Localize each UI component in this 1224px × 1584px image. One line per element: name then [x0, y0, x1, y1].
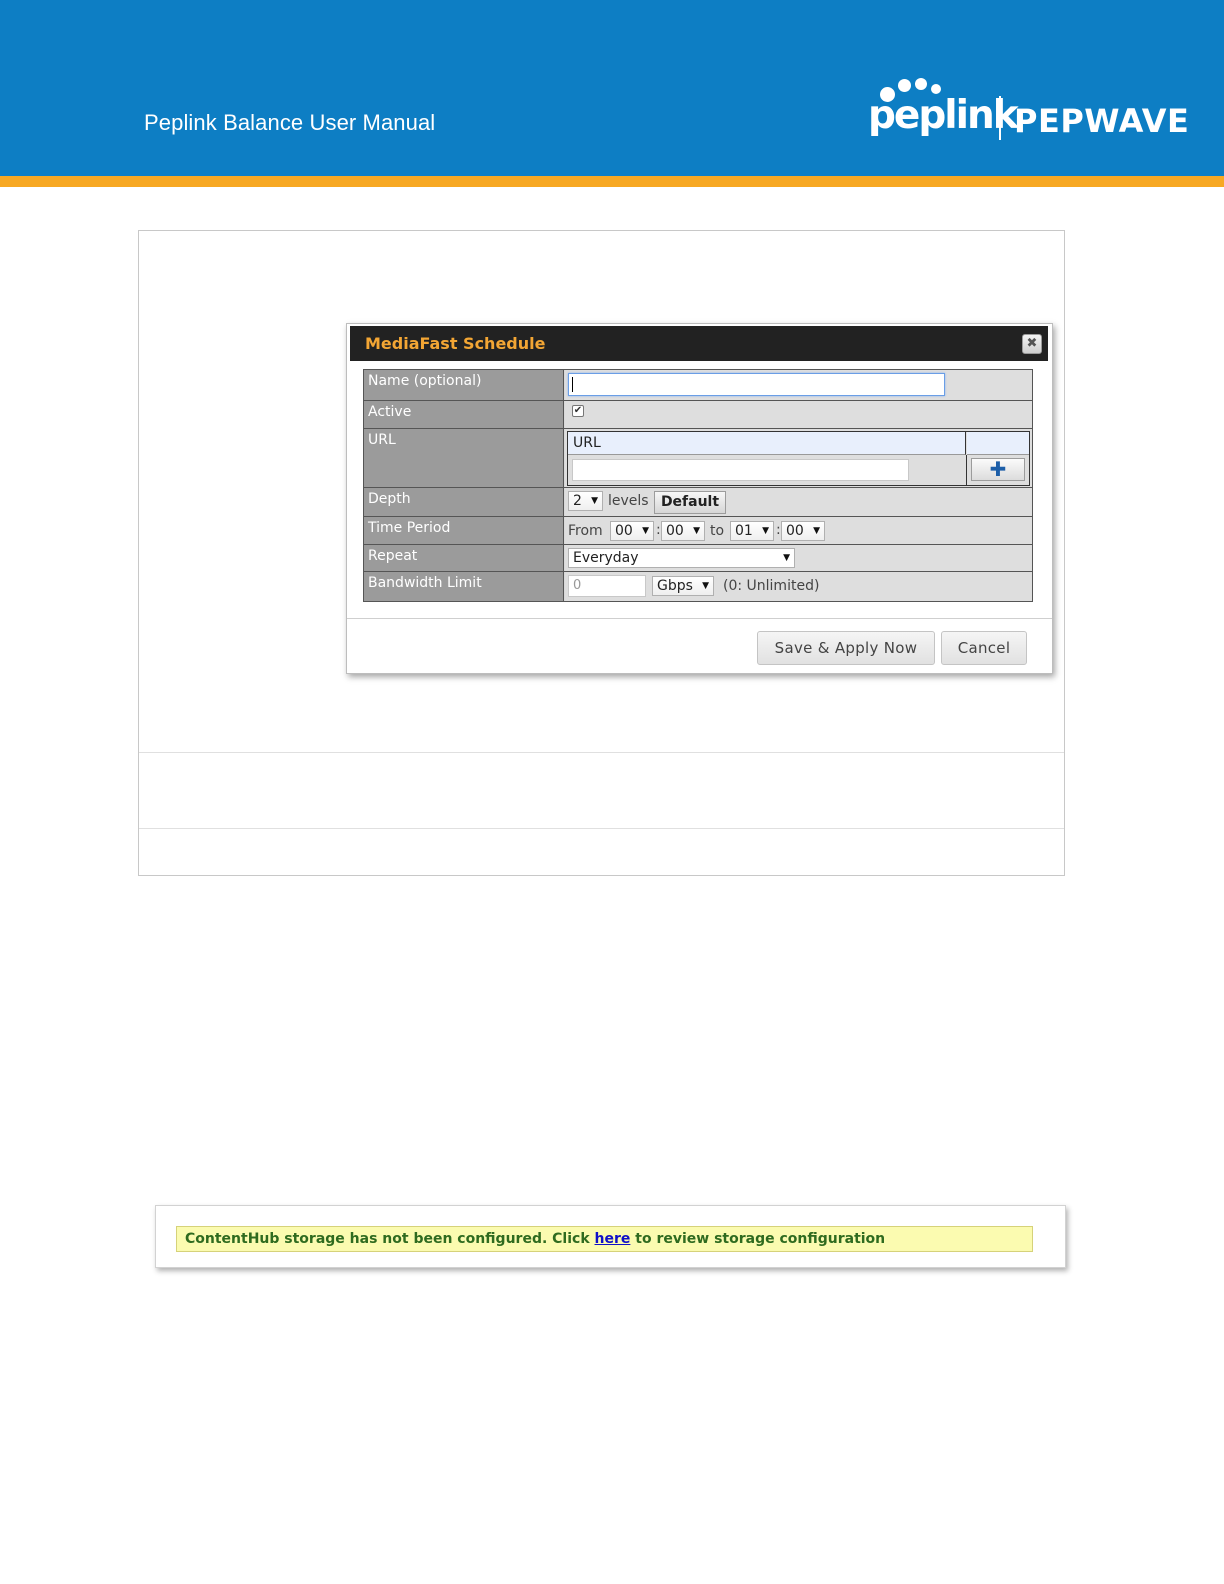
storage-warning-banner: ContentHub storage has not been configur…: [176, 1226, 1033, 1252]
depth-label: Depth: [364, 488, 564, 516]
contenthub-notice-panel: ContentHub storage has not been configur…: [155, 1205, 1066, 1268]
chevron-down-icon: ▼: [702, 581, 709, 591]
row-active: Active ✔: [364, 401, 1032, 429]
cancel-button[interactable]: Cancel: [941, 631, 1027, 665]
depth-unit: levels: [608, 493, 649, 509]
time-separator: :: [776, 522, 781, 538]
chevron-down-icon: ▼: [693, 526, 700, 536]
chevron-down-icon: ▼: [642, 526, 649, 536]
url-label: URL: [364, 429, 564, 487]
time-separator: :: [656, 522, 661, 538]
manual-header: Peplink Balance User Manual peplink PEPW…: [0, 0, 1224, 176]
url-input[interactable]: [572, 459, 909, 481]
review-storage-link[interactable]: here: [595, 1231, 631, 1247]
default-button[interactable]: Default: [654, 491, 726, 514]
time-period-label: Time Period: [364, 517, 564, 544]
brand-divider: [999, 96, 1001, 140]
to-hour-select[interactable]: 01 ▼: [730, 521, 774, 541]
row-repeat: Repeat Everyday ▼: [364, 545, 1032, 572]
to-label: to: [710, 523, 725, 539]
dialog-title: MediaFast Schedule: [365, 334, 546, 353]
chevron-down-icon: ▼: [813, 526, 820, 536]
from-label: From: [568, 523, 603, 539]
from-minute-select[interactable]: 00 ▼: [661, 521, 705, 541]
chevron-down-icon: ▼: [783, 553, 790, 563]
row-time-period: Time Period From 00 ▼ : 00 ▼ to 01 ▼ : 00 ▼: [364, 517, 1032, 545]
schedule-form: Name (optional) Active ✔ URL URL ✚ Depth…: [363, 369, 1033, 602]
bandwidth-hint: (0: Unlimited): [723, 578, 820, 594]
repeat-select[interactable]: Everyday ▼: [568, 548, 795, 568]
url-table: URL ✚: [567, 431, 1030, 486]
manual-title: Peplink Balance User Manual: [144, 110, 436, 135]
row-url: URL URL ✚: [364, 429, 1032, 488]
url-column-header: URL: [568, 432, 966, 455]
brand-peplink: peplink: [868, 93, 1019, 138]
name-input[interactable]: [568, 373, 945, 396]
brand-logo: peplink PEPWAVE: [868, 78, 1189, 144]
name-label: Name (optional): [364, 370, 564, 400]
row-name: Name (optional): [364, 370, 1032, 401]
to-minute-select[interactable]: 00 ▼: [781, 521, 825, 541]
header-stripe: [0, 176, 1224, 187]
close-icon[interactable]: ✖: [1022, 334, 1042, 354]
depth-select[interactable]: 2 ▼: [568, 491, 603, 511]
active-label: Active: [364, 401, 564, 428]
repeat-label: Repeat: [364, 545, 564, 571]
row-bandwidth-limit: Bandwidth Limit 0 Gbps ▼ (0: Unlimited): [364, 572, 1032, 601]
mediafast-schedule-dialog: MediaFast Schedule ✖ Name (optional) Act…: [346, 323, 1053, 674]
chevron-down-icon: ▼: [591, 496, 598, 506]
chevron-down-icon: ▼: [762, 526, 769, 536]
footer-divider: [347, 618, 1052, 619]
plus-icon[interactable]: ✚: [971, 458, 1025, 481]
dialog-titlebar: MediaFast Schedule ✖: [350, 326, 1048, 361]
bandwidth-unit-select[interactable]: Gbps ▼: [652, 576, 714, 596]
section-divider: [139, 828, 1064, 829]
section-divider: [139, 752, 1064, 753]
from-hour-select[interactable]: 00 ▼: [610, 521, 654, 541]
save-apply-button[interactable]: Save & Apply Now: [757, 631, 935, 665]
bandwidth-limit-input[interactable]: 0: [568, 575, 646, 597]
bandwidth-limit-label: Bandwidth Limit: [364, 572, 564, 601]
row-depth: Depth 2 ▼ levels Default: [364, 488, 1032, 517]
text-caret: [572, 377, 573, 392]
active-checkbox[interactable]: ✔: [572, 405, 584, 417]
brand-pepwave: PEPWAVE: [1014, 102, 1190, 140]
